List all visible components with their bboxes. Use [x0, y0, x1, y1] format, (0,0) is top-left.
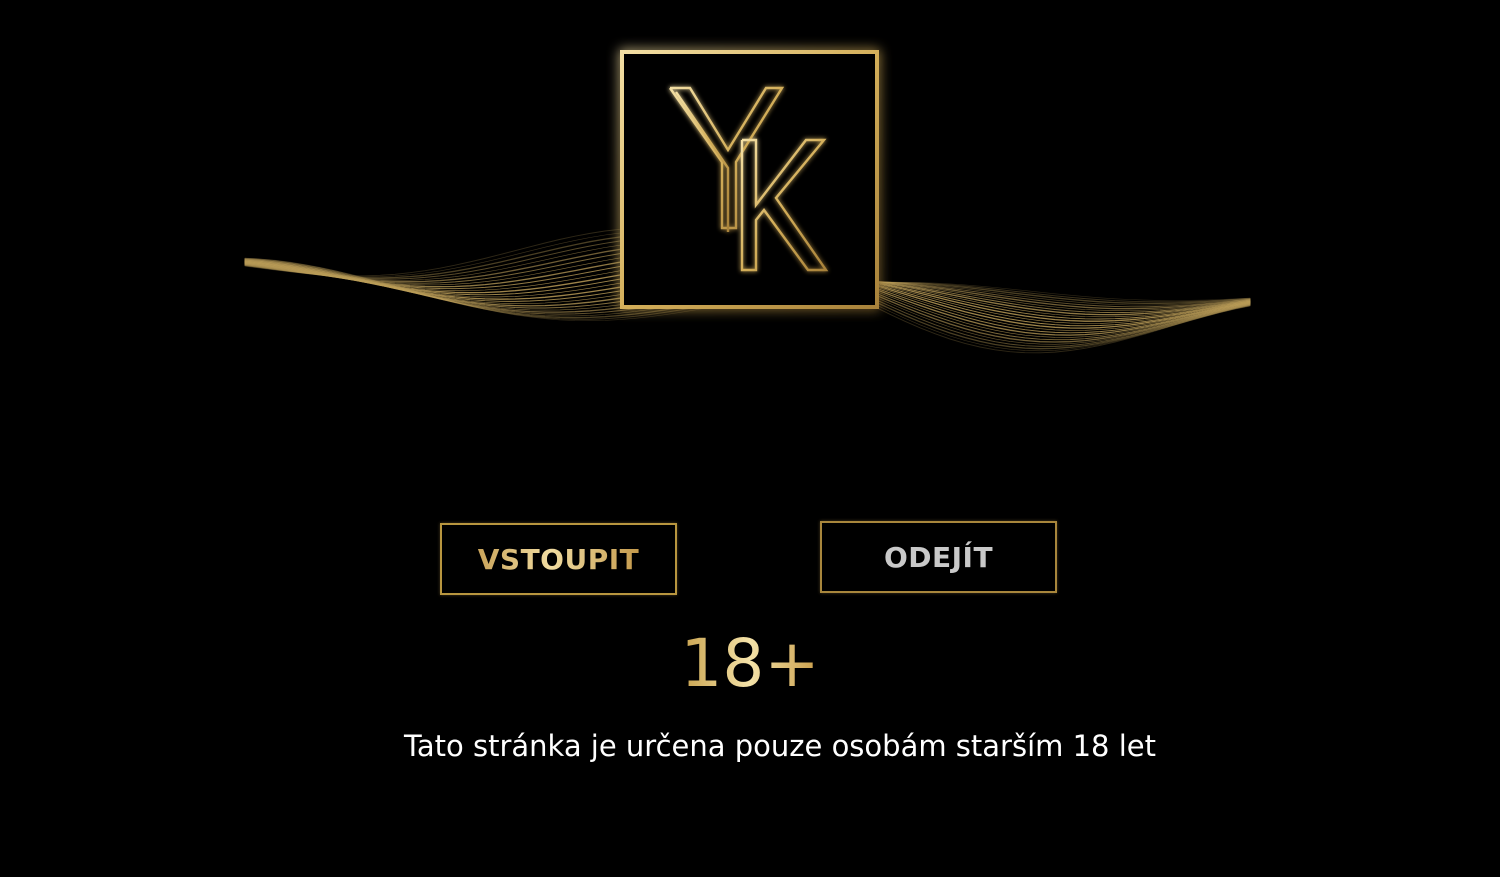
gold-wave-decoration [244, 50, 1251, 354]
age-notice: Tato stránka je určena pouze osobám star… [403, 729, 1157, 763]
enter-button[interactable]: VSTOUPIT [440, 523, 677, 595]
enter-button-label: VSTOUPIT [477, 542, 640, 576]
hero-banner [0, 0, 1500, 460]
age-badge: 18+ [0, 624, 1500, 704]
age-badge-text: 18+ [680, 625, 820, 702]
logo-mark [620, 50, 879, 309]
leave-button[interactable]: ODEJÍT [820, 521, 1057, 593]
leave-button-label: ODEJÍT [883, 540, 994, 574]
